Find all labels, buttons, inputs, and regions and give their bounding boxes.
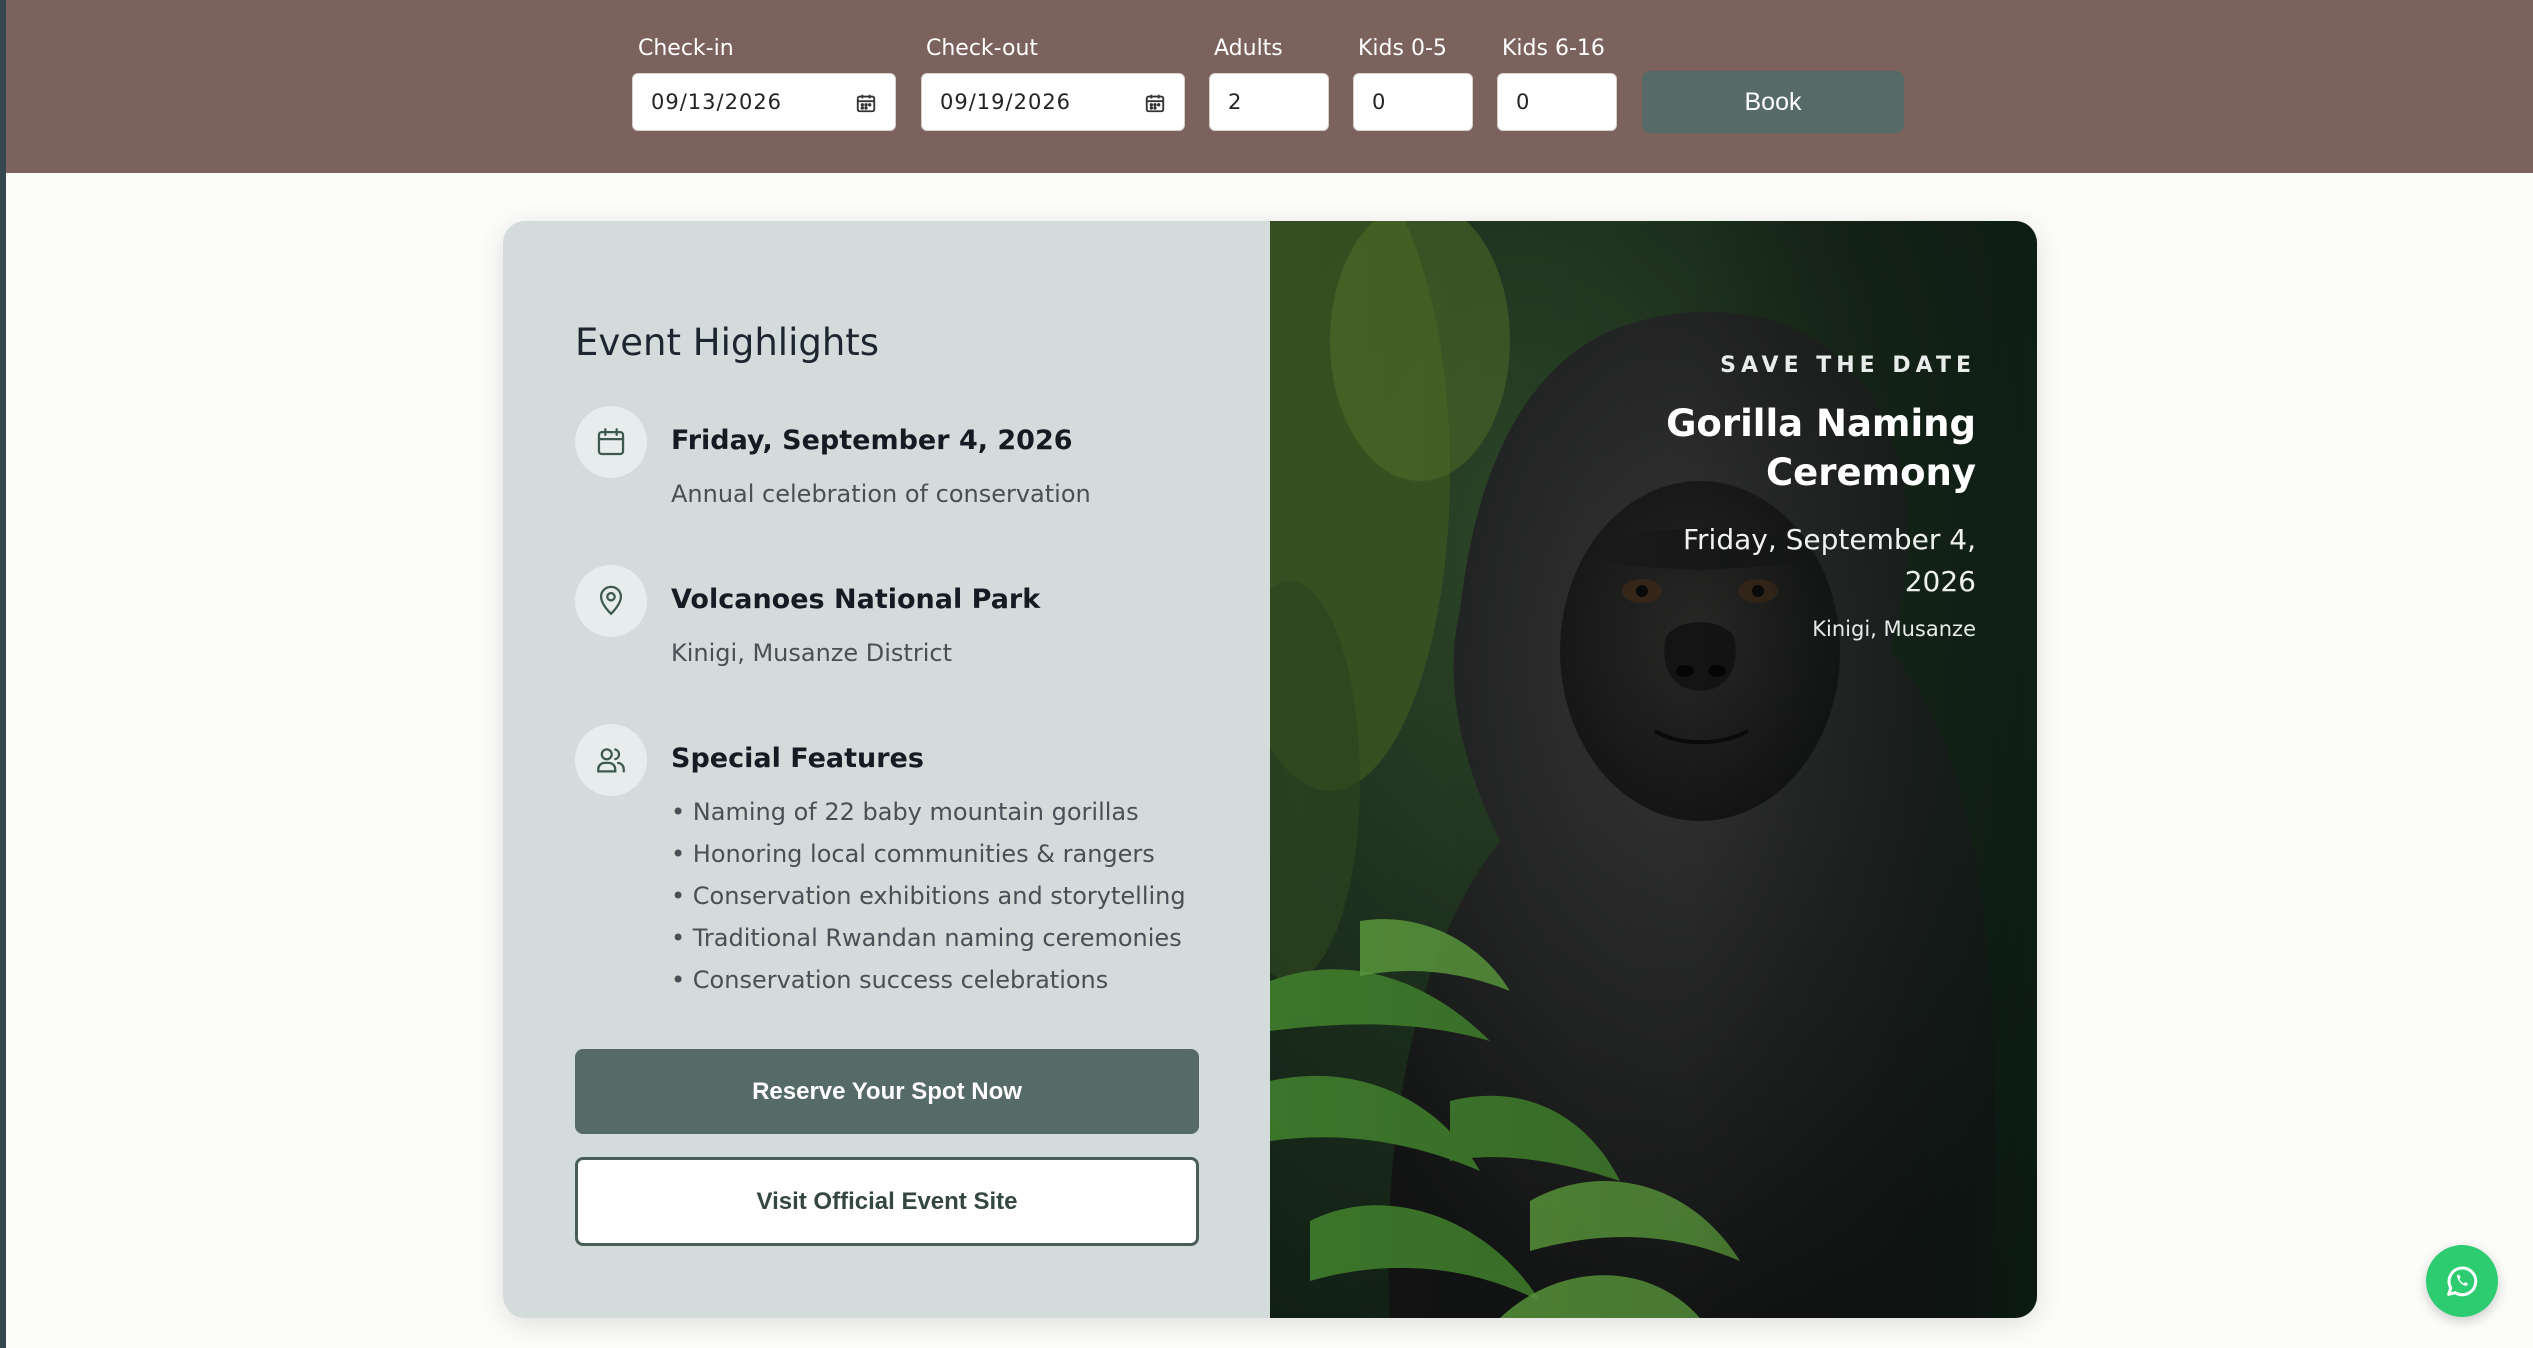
features-icon-badge	[575, 724, 647, 796]
kids-6-16-input[interactable]: 0	[1497, 73, 1617, 131]
special-features-title: Special Features	[671, 743, 924, 774]
event-date-subtitle: Annual celebration of conservation	[671, 480, 1091, 508]
event-place-subtitle: Kinigi, Musanze District	[671, 639, 952, 667]
calendar-icon	[597, 428, 625, 456]
hero-event-date: Friday, September 4, 2026	[1682, 523, 1976, 598]
feature-item: • Honoring local communities & rangers	[671, 840, 1155, 868]
kids-6-16-label: Kids 6-16	[1502, 36, 1605, 61]
calendar-icon-badge	[575, 406, 647, 478]
checkout-date-input[interactable]: 09/19/2026	[921, 73, 1185, 131]
whatsapp-icon	[2447, 1266, 2478, 1297]
hero-image-panel: SAVE THE DATE Gorilla Naming Ceremony Fr…	[1270, 221, 2037, 1318]
users-icon	[597, 748, 625, 773]
checkout-label: Check-out	[926, 36, 1039, 61]
location-icon-badge	[575, 565, 647, 637]
whatsapp-chat-button[interactable]	[2426, 1245, 2498, 1317]
event-date-title: Friday, September 4, 2026	[671, 425, 1073, 456]
adults-input[interactable]: 2	[1209, 73, 1329, 131]
feature-item: • Conservation exhibitions and storytell…	[671, 882, 1186, 910]
event-highlights-panel: Event Highlights Friday, September 4, 20…	[503, 221, 1270, 1318]
visit-event-site-button[interactable]: Visit Official Event Site	[575, 1157, 1199, 1246]
event-place-title: Volcanoes National Park	[671, 584, 1041, 615]
calendar-picker-icon[interactable]	[1144, 92, 1166, 114]
booking-bar: Check-in 09/13/2026 Check-out 09/19/2026…	[6, 0, 2533, 173]
book-button[interactable]: Book	[1642, 71, 1904, 133]
save-the-date-label: SAVE THE DATE	[1720, 353, 1976, 378]
hero-event-name: Gorilla Naming Ceremony	[1666, 402, 1976, 494]
feature-item: • Traditional Rwandan naming ceremonies	[671, 924, 1182, 952]
checkin-value: 09/13/2026	[651, 90, 783, 114]
feature-item: • Conservation success celebrations	[671, 966, 1109, 994]
kids-0-5-value: 0	[1372, 90, 1387, 114]
kids-6-16-value: 0	[1516, 90, 1531, 114]
kids-0-5-label: Kids 0-5	[1358, 36, 1447, 61]
checkin-label: Check-in	[638, 36, 734, 61]
checkin-date-input[interactable]: 09/13/2026	[632, 73, 896, 131]
adults-label: Adults	[1214, 36, 1283, 61]
feature-item: • Naming of 22 baby mountain gorillas	[671, 798, 1139, 826]
calendar-picker-icon[interactable]	[855, 92, 877, 114]
gorilla-photo	[1270, 221, 2037, 1318]
page-viewport: Check-in 09/13/2026 Check-out 09/19/2026…	[6, 0, 2533, 1348]
map-pin-icon	[599, 585, 623, 616]
highlights-title: Event Highlights	[575, 321, 880, 364]
kids-0-5-input[interactable]: 0	[1353, 73, 1473, 131]
checkout-value: 09/19/2026	[940, 90, 1072, 114]
adults-value: 2	[1228, 90, 1243, 114]
hero-event-place: Kinigi, Musanze	[1812, 617, 1976, 641]
event-card: Event Highlights Friday, September 4, 20…	[503, 221, 2037, 1318]
reserve-spot-button[interactable]: Reserve Your Spot Now	[575, 1049, 1199, 1134]
